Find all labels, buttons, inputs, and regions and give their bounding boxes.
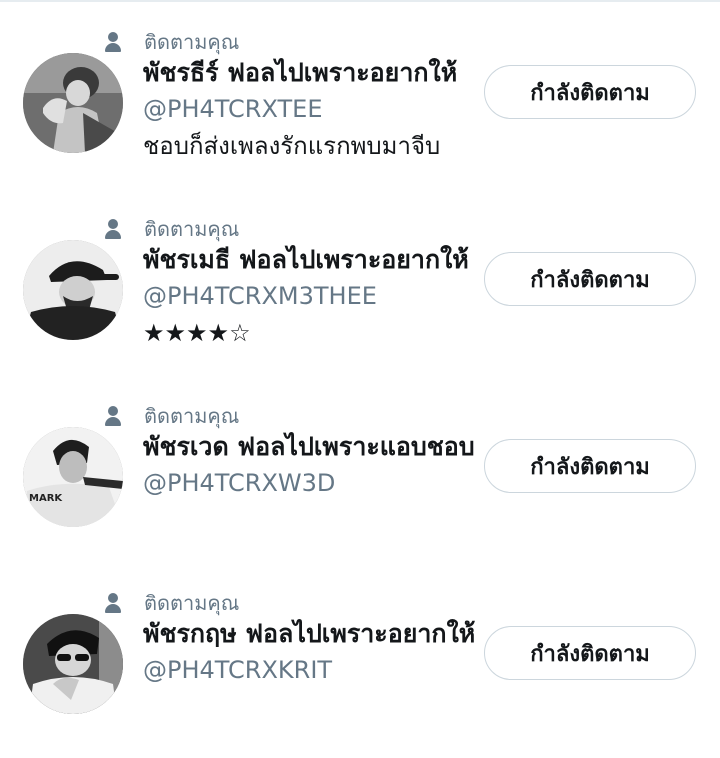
display-name[interactable]: พัชรเวด ฟอลไปเพราะแอบชอบ	[143, 429, 478, 465]
display-name[interactable]: พัชรเมธี ฟอลไปเพราะอยากให้	[143, 242, 478, 278]
user-handle: @PH4TCRXTEE	[143, 95, 323, 123]
following-button[interactable]: กำลังติดตาม	[484, 439, 696, 493]
top-divider	[0, 0, 720, 2]
follows-you-row: ติดตามคุณ	[104, 401, 239, 431]
user-list-item[interactable]: ติดตามคุณ พัชรเมธี ฟอลไปเพราะอยากให้ @PH…	[0, 214, 720, 384]
user-handle: @PH4TCRXM3THEE	[143, 282, 377, 310]
follows-you-label: ติดตามคุณ	[144, 404, 240, 428]
display-name[interactable]: พัชรธีร์ ฟอลไปเพราะอยากให้	[143, 55, 478, 91]
user-handle: @PH4TCRXW3D	[143, 469, 336, 497]
follows-you-row: ติดตามคุณ	[104, 214, 239, 244]
follows-you-label: ติดตามคุณ	[144, 217, 240, 241]
user-list-item[interactable]: ติดตามคุณ พัชรธีร์ ฟอลไปเพราะอยากให้ @PH…	[0, 27, 720, 197]
follows-you-row: ติดตามคุณ	[104, 588, 239, 618]
follows-you-label: ติดตามคุณ	[144, 591, 240, 615]
display-name[interactable]: พัชรกฤษ ฟอลไปเพราะอยากให้	[143, 616, 478, 652]
person-icon	[104, 406, 122, 426]
user-bio: ★★★★☆	[143, 319, 251, 347]
person-icon	[104, 593, 122, 613]
avatar[interactable]: MARK	[23, 427, 123, 527]
following-button[interactable]: กำลังติดตาม	[484, 65, 696, 119]
avatar[interactable]	[23, 614, 123, 714]
following-button[interactable]: กำลังติดตาม	[484, 252, 696, 306]
avatar-shirt-text: MARK	[29, 493, 63, 504]
user-handle: @PH4TCRXKRIT	[143, 656, 333, 684]
user-bio: ชอบก็ส่งเพลงรักแรกพบมาจีบ	[143, 132, 441, 160]
user-list-item[interactable]: ติดตามคุณ MARK พัชรเวด ฟอลไปเพราะแอบชอบ …	[0, 401, 720, 571]
follows-you-row: ติดตามคุณ	[104, 27, 239, 57]
following-button[interactable]: กำลังติดตาม	[484, 626, 696, 680]
person-icon	[104, 219, 122, 239]
follows-you-label: ติดตามคุณ	[144, 30, 240, 54]
person-icon	[104, 32, 122, 52]
avatar[interactable]	[23, 53, 123, 153]
avatar[interactable]	[23, 240, 123, 340]
user-list-item[interactable]: ติดตามคุณ พัชรกฤษ ฟอลไปเพราะอยากให้ @PH4…	[0, 588, 720, 758]
